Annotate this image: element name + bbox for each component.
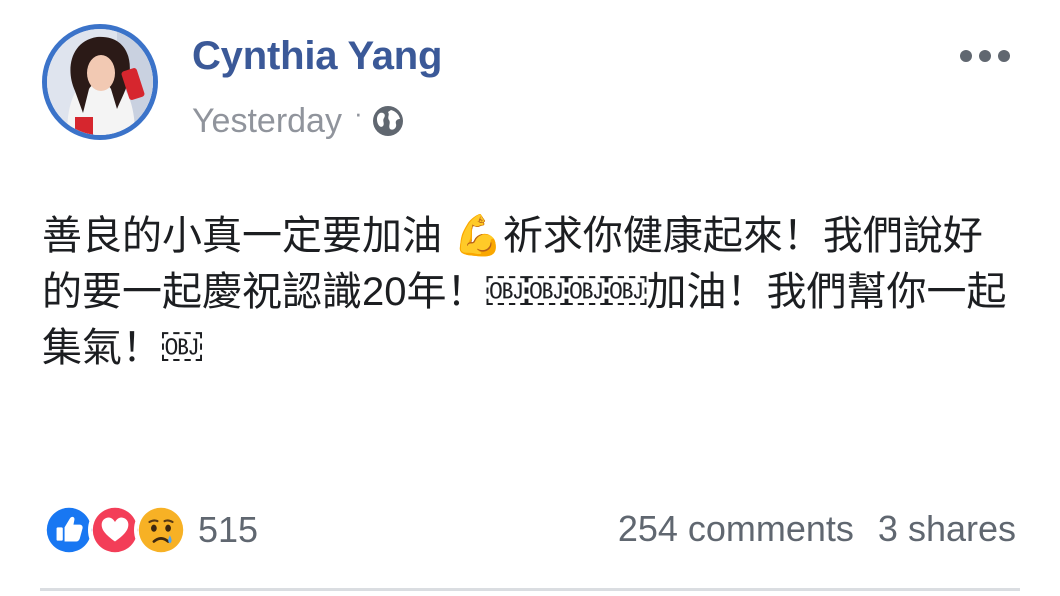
author-avatar[interactable] (42, 24, 158, 140)
sad-reaction-icon (134, 503, 188, 557)
reaction-count[interactable]: 515 (198, 509, 258, 551)
more-dot-icon (979, 50, 991, 62)
more-dot-icon (960, 50, 972, 62)
divider (40, 588, 1020, 591)
globe-icon[interactable] (371, 104, 405, 138)
reactions-summary[interactable]: 515 (42, 502, 258, 558)
more-dot-icon (998, 50, 1010, 62)
meta-separator: · (353, 97, 363, 128)
comments-count-link[interactable]: 254 comments (618, 508, 854, 550)
post-meta: Yesterday · (192, 98, 405, 144)
post-timestamp[interactable]: Yesterday (192, 102, 342, 141)
post-text: 善良的小真一定要加油 💪祈求你健康起來！我們說好的要一起慶祝認識20年！￼￼￼￼… (42, 214, 1007, 370)
more-options-button[interactable] (960, 44, 1010, 68)
engagement-stats: 254 comments 3 shares (618, 508, 1016, 550)
author-name[interactable]: Cynthia Yang (192, 34, 442, 79)
shares-count-link[interactable]: 3 shares (878, 508, 1016, 550)
avatar-photo (47, 29, 153, 135)
